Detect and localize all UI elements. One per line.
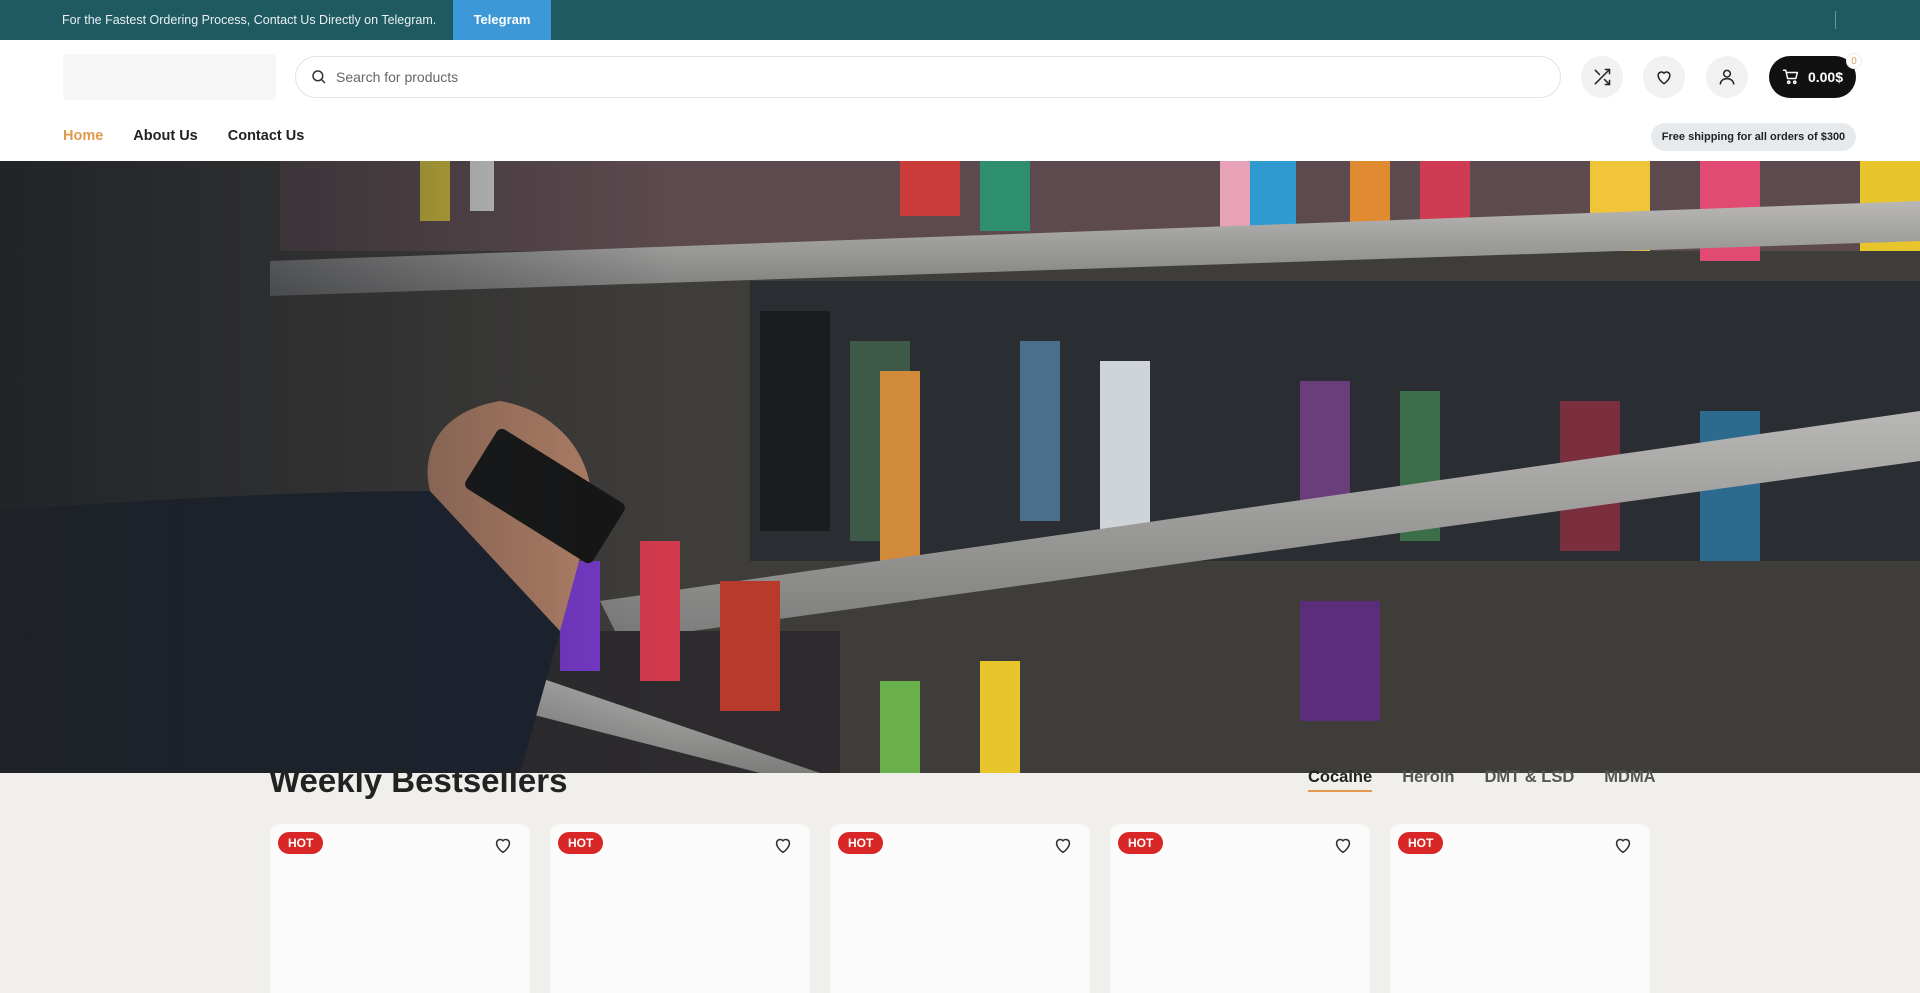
section-title: Weekly Bestsellers	[269, 762, 568, 799]
product-card[interactable]: HOT	[830, 824, 1090, 993]
heart-icon[interactable]	[492, 834, 514, 856]
account-button[interactable]	[1706, 56, 1748, 98]
hot-badge: HOT	[1118, 832, 1164, 854]
search-icon[interactable]	[310, 68, 328, 86]
tab-mdma[interactable]: MDMA	[1604, 768, 1655, 792]
search-input[interactable]	[336, 57, 1536, 97]
search-bar	[295, 56, 1561, 98]
cart-count-badge: 0	[1846, 53, 1862, 69]
nav-contact-us[interactable]: Contact Us	[228, 128, 305, 144]
category-tabs: Cocaine Heroin DMT & LSD MDMA	[1308, 768, 1656, 792]
cart-button[interactable]: 0.00$	[1769, 56, 1856, 98]
product-card[interactable]: HOT	[1390, 824, 1650, 993]
hot-badge: HOT	[558, 832, 604, 854]
site-header: 0.00$ 0 Home About Us Contact Us Free sh…	[0, 40, 1920, 161]
heart-icon	[1657, 71, 1671, 85]
hero-banner	[0, 161, 1920, 773]
nav-home[interactable]: Home	[63, 128, 103, 144]
cart-icon	[1782, 69, 1799, 85]
tab-cocaine[interactable]: Cocaine	[1308, 768, 1373, 792]
announcement-bar: For the Fastest Ordering Process, Contac…	[0, 0, 1920, 40]
hero-image	[0, 161, 1920, 773]
topbar-divider	[1835, 11, 1836, 29]
tab-heroin[interactable]: Heroin	[1402, 768, 1454, 792]
user-icon	[1719, 69, 1735, 85]
heart-icon[interactable]	[1332, 834, 1354, 856]
hot-badge: HOT	[838, 832, 884, 854]
shipping-badge: Free shipping for all orders of $300	[1651, 123, 1856, 151]
telegram-button[interactable]: Telegram	[453, 0, 551, 40]
hot-badge: HOT	[278, 832, 324, 854]
main-nav: Home About Us Contact Us	[63, 128, 304, 144]
tab-dmt-lsd[interactable]: DMT & LSD	[1484, 768, 1574, 792]
heart-icon[interactable]	[1612, 834, 1634, 856]
shuffle-icon	[1594, 68, 1611, 86]
announcement-text: For the Fastest Ordering Process, Contac…	[62, 13, 437, 27]
compare-button[interactable]	[1581, 56, 1623, 98]
product-card[interactable]: HOT	[550, 824, 810, 993]
site-logo[interactable]	[63, 54, 276, 100]
hot-badge: HOT	[1398, 832, 1444, 854]
product-card[interactable]: HOT	[1110, 824, 1370, 993]
heart-icon[interactable]	[1052, 834, 1074, 856]
wishlist-button[interactable]	[1643, 56, 1685, 98]
product-card[interactable]: HOT	[270, 824, 530, 993]
nav-about-us[interactable]: About Us	[133, 128, 197, 144]
cart-total: 0.00$	[1807, 69, 1844, 85]
heart-icon[interactable]	[772, 834, 794, 856]
